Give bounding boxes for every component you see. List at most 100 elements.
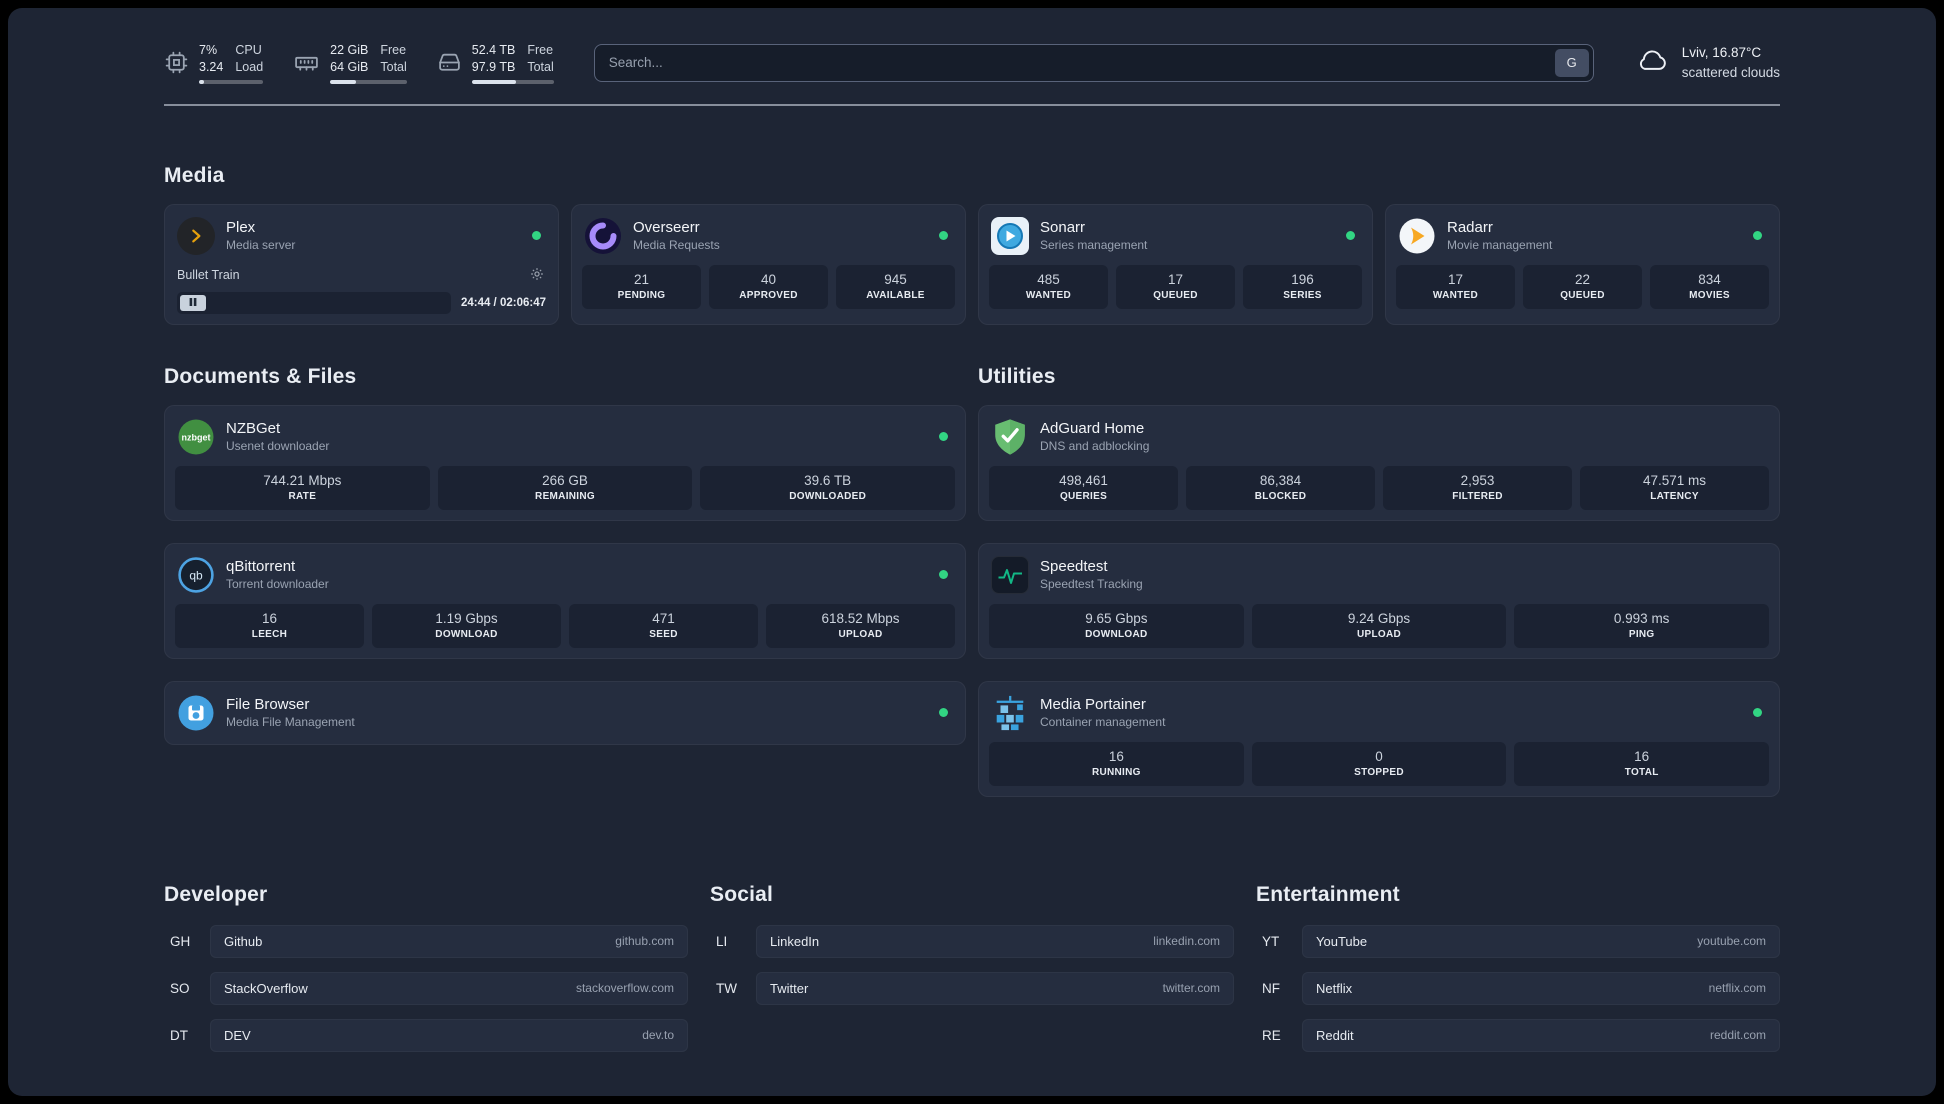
- card-titles: Speedtest Speedtest Tracking: [1040, 558, 1767, 591]
- stat-label: UPLOAD: [1356, 628, 1402, 640]
- card-adguard[interactable]: AdGuard Home DNS and adblocking 498,461 …: [978, 404, 1780, 521]
- card-portainer[interactable]: Media Portainer Container management 16 …: [978, 680, 1780, 797]
- pause-button[interactable]: [180, 294, 206, 311]
- card-header: Sonarr Series management: [989, 215, 1362, 265]
- stats-row: 498,461 QUERIES 86,384 BLOCKED 2,953 FIL…: [989, 465, 1769, 510]
- bookmark-netflix[interactable]: NF Netflix netflix.com: [1256, 971, 1780, 1005]
- card-header: Overseerr Media Requests: [582, 215, 955, 265]
- playback-time: 24:44 / 02:06:47: [460, 296, 546, 309]
- stat-block: 2,953 FILTERED: [1383, 465, 1572, 510]
- nzbget-icon-text: nzbget: [182, 432, 211, 442]
- disk-widget: 52.4 TB 97.9 TB Free Total: [437, 42, 554, 84]
- search-input[interactable]: [593, 43, 1594, 82]
- card-speedtest[interactable]: Speedtest Speedtest Tracking 9.65 Gbps D…: [978, 542, 1780, 659]
- bookmark-linkedin[interactable]: LI LinkedIn linkedin.com: [710, 924, 1234, 958]
- bookmark-pill[interactable]: Netflix netflix.com: [1302, 971, 1780, 1005]
- memory-widget: 22 GiB 64 GiB Free Total: [293, 42, 407, 84]
- player-settings-button[interactable]: [528, 265, 546, 286]
- qbittorrent-icon: qb: [177, 556, 215, 594]
- bookmark-reddit[interactable]: RE Reddit reddit.com: [1256, 1018, 1780, 1052]
- bookmark-pill[interactable]: Github github.com: [210, 924, 688, 958]
- stats-row: 21 PENDING 40 APPROVED 945 AVAILABLE: [582, 264, 955, 309]
- bookmark-abbr: YT: [1262, 933, 1280, 949]
- bookmark-twitter[interactable]: TW Twitter twitter.com: [710, 971, 1234, 1005]
- bookmark-url: linkedin.com: [1153, 934, 1220, 949]
- bookmark-pill[interactable]: DEV dev.to: [210, 1018, 688, 1052]
- stat-block: 945 AVAILABLE: [836, 264, 955, 309]
- stat-label: AVAILABLE: [866, 289, 925, 301]
- bookmark-dev[interactable]: DT DEV dev.to: [164, 1018, 688, 1052]
- bookmark-stackoverflow[interactable]: SO StackOverflow stackoverflow.com: [164, 971, 688, 1005]
- weather-widget: Lviv, 16.87°C scattered clouds: [1634, 43, 1780, 82]
- disk-total-label: Total: [527, 59, 554, 74]
- bookmark-pill[interactable]: YouTube youtube.com: [1302, 924, 1780, 958]
- stat-label: RUNNING: [1091, 766, 1141, 778]
- sonarr-icon: [991, 216, 1029, 255]
- bookmark-name: Netflix: [1316, 980, 1353, 996]
- card-radarr[interactable]: Radarr Movie management 17 WANTED 22 QUE…: [1385, 203, 1780, 325]
- stat-block: 22 QUEUED: [1523, 264, 1642, 309]
- stat-value: 834: [1698, 271, 1721, 287]
- resource-widgets: 7% 3.24 CPU Load 22 GiB 64 GiB Free Tota…: [164, 42, 554, 84]
- stat-label: QUEUED: [1560, 289, 1605, 301]
- stat-value: 9.24 Gbps: [1347, 610, 1411, 626]
- now-playing-widget: Bullet Train 24:44 / 02:06:47: [175, 265, 548, 314]
- cloud-icon: [1634, 45, 1670, 81]
- bookmark-url: youtube.com: [1697, 934, 1766, 949]
- bookmark-abbr: NF: [1262, 980, 1280, 996]
- card-filebrowser[interactable]: File Browser Media File Management: [164, 680, 966, 745]
- stat-label: PING: [1628, 628, 1655, 640]
- service-name: Media Portainer: [1040, 696, 1146, 714]
- bookmark-pill[interactable]: Reddit reddit.com: [1302, 1018, 1780, 1052]
- bookmark-name: Github: [224, 933, 263, 949]
- card-plex[interactable]: Plex Media server Bullet Train 24:44 / 0…: [164, 203, 559, 325]
- stat-label: WANTED: [1025, 289, 1072, 301]
- card-titles: Plex Media server: [226, 219, 521, 252]
- stat-block: 9.65 Gbps DOWNLOAD: [989, 603, 1244, 648]
- card-sonarr[interactable]: Sonarr Series management 485 WANTED 17 Q…: [978, 203, 1373, 325]
- section-documents: Documents & Files nzbget NZBGet Usenet d…: [164, 365, 966, 819]
- stat-block: 485 WANTED: [989, 264, 1108, 309]
- memory-icon: [293, 50, 320, 75]
- status-online-dot: [1753, 708, 1762, 718]
- bookmark-pill[interactable]: Twitter twitter.com: [756, 971, 1234, 1005]
- bookmark-pill[interactable]: LinkedIn linkedin.com: [756, 924, 1234, 958]
- disk-total-value: 97.9 TB: [471, 59, 516, 74]
- stat-block: 86,384 BLOCKED: [1186, 465, 1375, 510]
- speedtest-icon: [991, 555, 1029, 594]
- stat-value: 471: [652, 610, 675, 626]
- cpu-label: CPU: [235, 43, 262, 57]
- disk-usage-bar: [471, 79, 554, 84]
- overseerr-icon: [584, 217, 622, 255]
- stats-row: 744.21 Mbps RATE 266 GB REMAINING 39.6 T…: [175, 465, 956, 510]
- card-header: Plex Media server: [175, 215, 548, 265]
- cpu-widget: 7% 3.24 CPU Load: [164, 42, 264, 84]
- search-provider-button[interactable]: G: [1554, 48, 1589, 77]
- stat-value: 40: [760, 271, 777, 287]
- bookmark-abbr: LI: [716, 933, 728, 949]
- cpu-percent: 7%: [199, 43, 218, 57]
- bookmark-github[interactable]: GH Github github.com: [164, 924, 688, 958]
- service-name: Sonarr: [1040, 219, 1086, 237]
- service-name: Radarr: [1447, 219, 1493, 237]
- stat-block: 47.571 ms LATENCY: [1580, 465, 1769, 510]
- card-qbittorrent[interactable]: qb qBittorrent Torrent downloader 16 LEE…: [164, 542, 966, 659]
- card-nzbget[interactable]: nzbget NZBGet Usenet downloader 744.21 M…: [164, 404, 966, 521]
- stat-value: 0: [1375, 748, 1383, 764]
- stat-block: 17 WANTED: [1396, 264, 1515, 309]
- stat-value: 39.6 TB: [804, 472, 852, 488]
- stat-value: 744.21 Mbps: [263, 472, 342, 488]
- stats-row: 485 WANTED 17 QUEUED 196 SERIES: [989, 264, 1362, 309]
- bookmark-url: github.com: [615, 934, 674, 949]
- card-overseerr[interactable]: Overseerr Media Requests 21 PENDING 40 A…: [571, 203, 966, 325]
- bookmark-youtube[interactable]: YT YouTube youtube.com: [1256, 924, 1780, 958]
- status-online-dot: [939, 708, 948, 718]
- bookmark-name: Reddit: [1316, 1027, 1354, 1043]
- stat-label: RATE: [288, 490, 317, 502]
- bookmark-name: Twitter: [770, 980, 809, 996]
- stat-value: 945: [884, 271, 907, 287]
- bookmark-pill[interactable]: StackOverflow stackoverflow.com: [210, 971, 688, 1005]
- playback-progress-bar[interactable]: [177, 291, 451, 314]
- adguard-icon: [991, 418, 1029, 456]
- stat-value: 16: [1634, 748, 1650, 764]
